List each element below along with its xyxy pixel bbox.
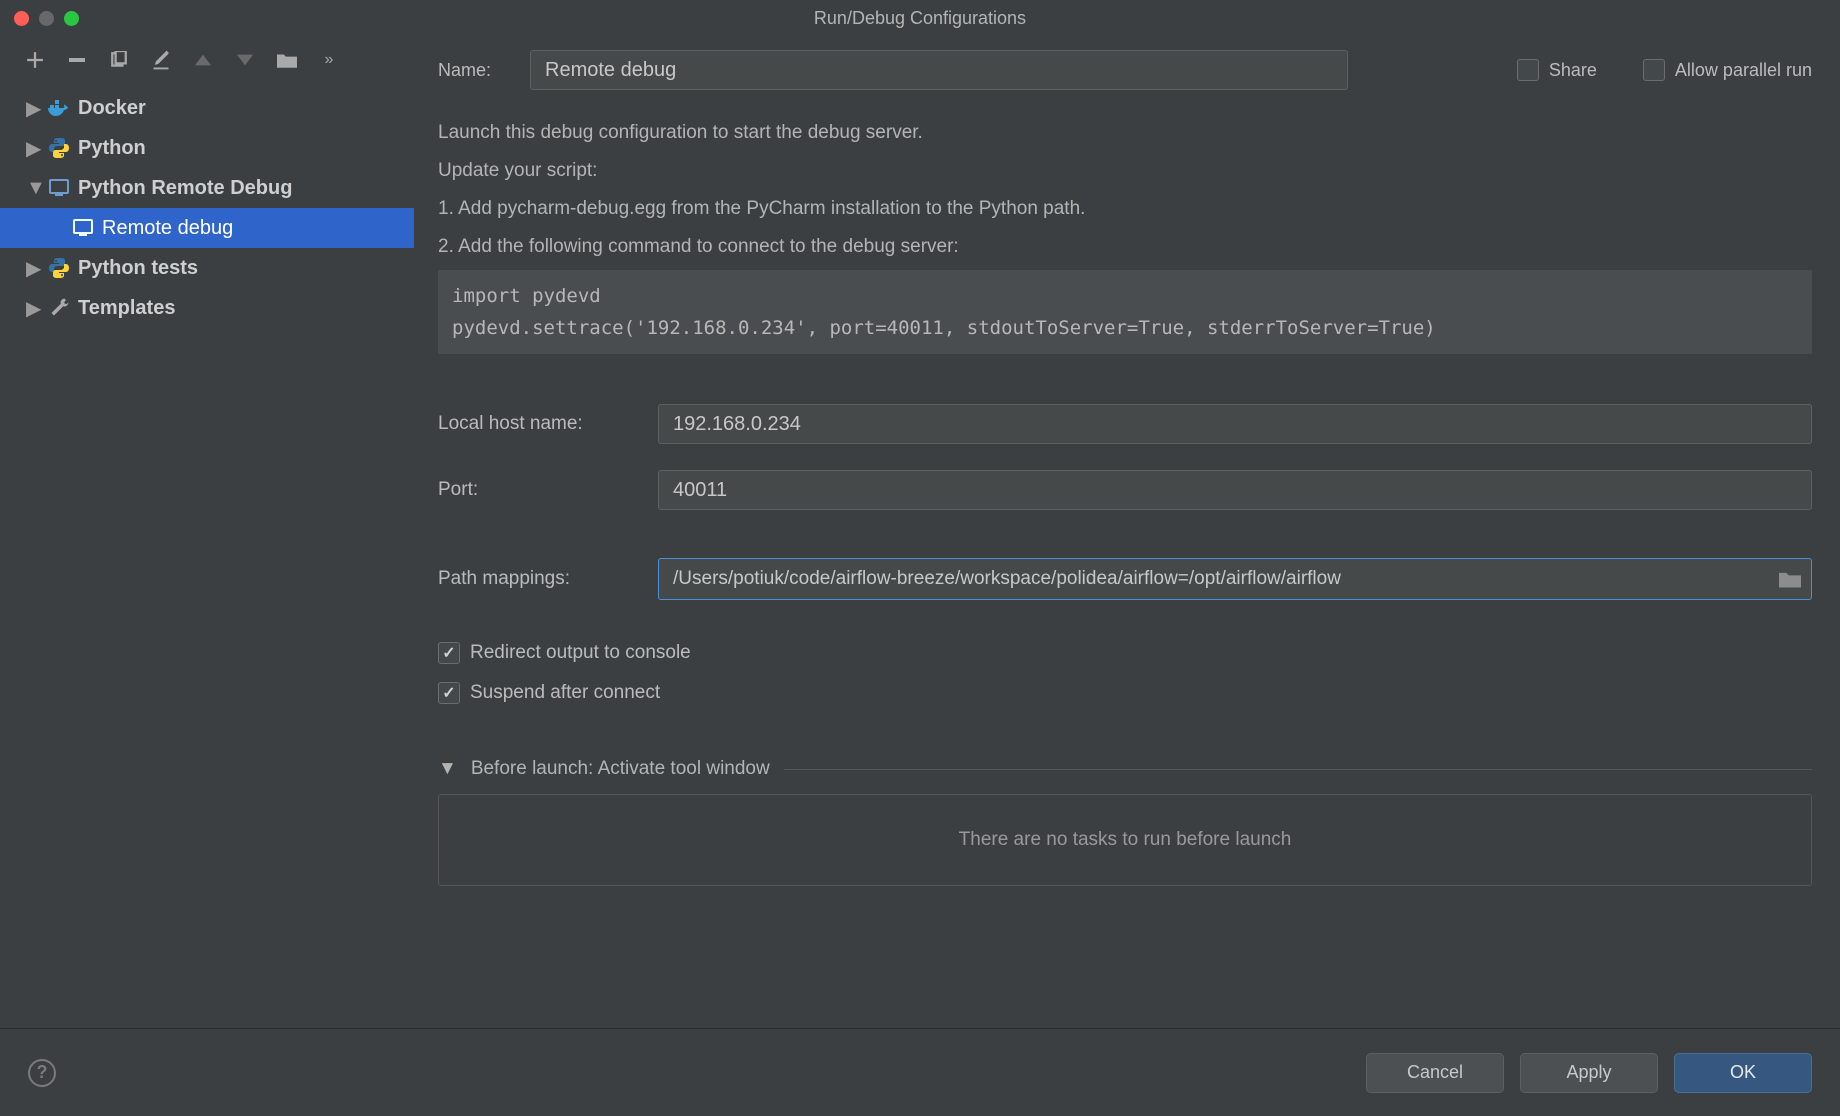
cancel-button[interactable]: Cancel: [1366, 1053, 1504, 1093]
apply-button[interactable]: Apply: [1520, 1053, 1658, 1093]
remote-debug-icon: [48, 177, 70, 199]
dialog-footer: ? Cancel Apply OK: [0, 1028, 1840, 1116]
name-label: Name:: [438, 60, 508, 81]
before-launch-tasks-box: There are no tasks to run before launch: [438, 794, 1812, 886]
instruction-line: 1. Add pycharm-debug.egg from the PyChar…: [438, 190, 1812, 228]
remote-debug-icon: [72, 217, 94, 239]
before-launch-empty-text: There are no tasks to run before launch: [959, 829, 1292, 851]
share-checkbox-row[interactable]: Share: [1517, 59, 1597, 81]
config-tree: ▶ Docker ▶ Python ▼: [0, 84, 414, 1028]
host-input[interactable]: [658, 404, 1812, 444]
suspend-connect-checkbox-row[interactable]: Suspend after connect: [438, 682, 660, 704]
python-icon: [48, 137, 70, 159]
checkbox-icon: [1517, 59, 1539, 81]
expand-arrow-icon: ▶: [26, 296, 40, 321]
port-label: Port:: [438, 479, 638, 501]
divider: [784, 769, 1812, 770]
redirect-output-label: Redirect output to console: [470, 642, 691, 664]
remove-config-button[interactable]: [66, 49, 88, 71]
tree-node-python-remote-debug[interactable]: ▼ Python Remote Debug: [0, 168, 414, 208]
collapse-arrow-icon: ▼: [438, 758, 457, 780]
path-mappings-input[interactable]: [673, 568, 1779, 590]
apply-label: Apply: [1566, 1062, 1611, 1083]
config-sidebar: » ▶ Docker ▶ Python: [0, 36, 414, 1028]
code-snippet: import pydevd pydevd.settrace('192.168.0…: [438, 270, 1812, 354]
expand-arrow-icon: ▶: [26, 96, 40, 121]
host-label: Local host name:: [438, 413, 638, 435]
move-up-button[interactable]: [192, 49, 214, 71]
expand-arrow-icon: ▶: [26, 136, 40, 161]
config-detail-panel: Name: Share Allow parallel run Launch th…: [414, 36, 1840, 1028]
checkbox-icon: [1643, 59, 1665, 81]
tree-node-docker[interactable]: ▶ Docker: [0, 88, 414, 128]
port-input[interactable]: [658, 470, 1812, 510]
tree-node-label: Docker: [78, 97, 146, 120]
python-icon: [48, 257, 70, 279]
tree-node-label: Templates: [78, 297, 175, 320]
checkbox-checked-icon: [438, 642, 460, 664]
share-label: Share: [1549, 60, 1597, 81]
docker-icon: [48, 97, 70, 119]
checkbox-checked-icon: [438, 682, 460, 704]
path-mappings-field[interactable]: [658, 558, 1812, 600]
instruction-line: 2. Add the following command to connect …: [438, 228, 1812, 266]
add-config-button[interactable]: [24, 49, 46, 71]
cancel-label: Cancel: [1407, 1062, 1463, 1083]
titlebar: Run/Debug Configurations: [0, 0, 1840, 36]
folder-button[interactable]: [276, 49, 298, 71]
tree-node-label: Remote debug: [102, 217, 233, 240]
edit-defaults-button[interactable]: [150, 49, 172, 71]
before-launch-title: Before launch: Activate tool window: [471, 758, 770, 780]
redirect-output-checkbox-row[interactable]: Redirect output to console: [438, 642, 691, 664]
window-title: Run/Debug Configurations: [0, 8, 1840, 29]
ok-button[interactable]: OK: [1674, 1053, 1812, 1093]
tree-node-templates[interactable]: ▶ Templates: [0, 288, 414, 328]
suspend-connect-label: Suspend after connect: [470, 682, 660, 704]
config-name-input[interactable]: [530, 50, 1348, 90]
instruction-line: Launch this debug configuration to start…: [438, 114, 1812, 152]
tree-node-remote-debug[interactable]: Remote debug: [0, 208, 414, 248]
sidebar-toolbar: »: [0, 36, 414, 84]
tree-node-label: Python Remote Debug: [78, 177, 292, 200]
tree-node-label: Python tests: [78, 257, 198, 280]
help-button[interactable]: ?: [28, 1059, 56, 1087]
tree-node-label: Python: [78, 137, 146, 160]
ok-label: OK: [1730, 1062, 1756, 1083]
parallel-label: Allow parallel run: [1675, 60, 1812, 81]
move-down-button[interactable]: [234, 49, 256, 71]
parallel-checkbox-row[interactable]: Allow parallel run: [1643, 59, 1812, 81]
copy-config-button[interactable]: [108, 49, 130, 71]
path-mappings-label: Path mappings:: [438, 568, 638, 590]
tree-node-python-tests[interactable]: ▶ Python tests: [0, 248, 414, 288]
instruction-line: Update your script:: [438, 152, 1812, 190]
collapse-arrow-icon: ▼: [26, 177, 40, 200]
browse-folder-button[interactable]: [1779, 570, 1801, 588]
overflow-button[interactable]: »: [318, 49, 340, 71]
expand-arrow-icon: ▶: [26, 256, 40, 281]
tree-node-python[interactable]: ▶ Python: [0, 128, 414, 168]
before-launch-header[interactable]: ▼ Before launch: Activate tool window: [438, 758, 1812, 780]
wrench-icon: [48, 297, 70, 319]
